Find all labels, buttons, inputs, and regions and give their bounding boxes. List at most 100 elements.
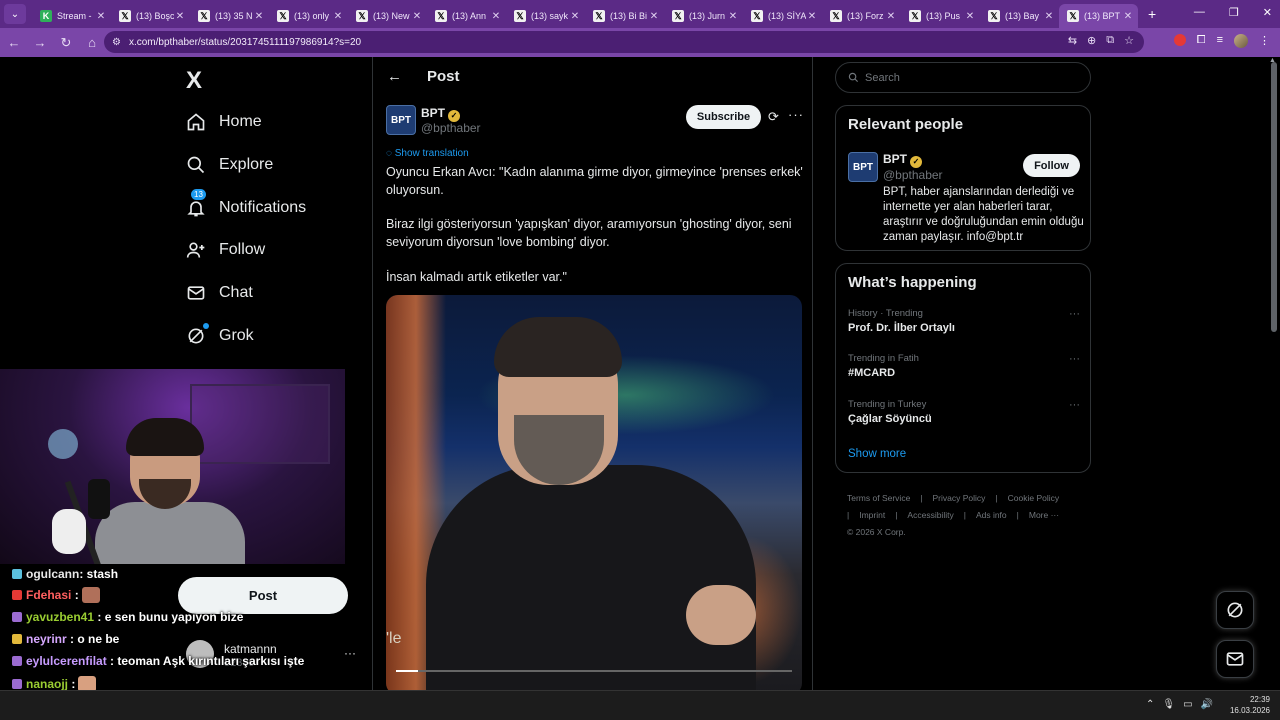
browser-tab[interactable]: K Stream - ✕ <box>32 4 111 28</box>
close-tab-icon[interactable]: ✕ <box>95 11 107 22</box>
new-tab-button[interactable]: + <box>1148 6 1156 22</box>
volume-icon[interactable]: 🔊 <box>1201 699 1213 710</box>
grok-explain-icon[interactable]: ⟳ <box>768 109 779 125</box>
author-name[interactable]: BPT ✓ <box>421 106 460 122</box>
browser-tab[interactable]: 𝕏 (13) Boşc ✕ <box>111 4 190 28</box>
nav-follow[interactable]: Follow <box>185 235 265 265</box>
zoom-icon[interactable]: ⊕ <box>1087 34 1096 47</box>
nav-home[interactable]: Home <box>185 107 262 137</box>
back-arrow-icon[interactable]: ← <box>387 68 402 85</box>
browser-menu-icon[interactable]: ⋮ <box>1259 34 1270 48</box>
nav-notifications[interactable]: 13 Notifications <box>185 189 306 223</box>
back-icon[interactable]: ← <box>2 35 26 50</box>
footer-link[interactable]: Privacy Policy <box>933 493 986 503</box>
author-avatar[interactable]: BPT <box>386 105 416 135</box>
close-window-icon[interactable]: ✕ <box>1263 6 1272 19</box>
chat-username[interactable]: neyrinr <box>26 632 67 646</box>
footer-link[interactable]: Terms of Service <box>847 493 910 503</box>
close-tab-icon[interactable]: ✕ <box>806 11 818 22</box>
footer-link[interactable]: More ··· <box>1029 510 1059 520</box>
footer-link[interactable]: Accessibility <box>907 510 953 520</box>
show-more-link[interactable]: Show more <box>848 448 906 460</box>
nav-chat[interactable]: Chat <box>185 278 253 308</box>
footer-link[interactable]: Cookie Policy <box>1008 493 1060 503</box>
profile-avatar[interactable] <box>1234 34 1248 48</box>
footer-link[interactable]: Imprint <box>859 510 885 520</box>
site-info-icon[interactable]: ⚙ <box>112 37 121 48</box>
opera-extension-icon[interactable] <box>1173 34 1186 46</box>
close-tab-icon[interactable]: ✕ <box>253 11 265 22</box>
chat-username[interactable]: eylulcerenfilat <box>26 654 107 668</box>
close-tab-icon[interactable]: ✕ <box>727 11 739 22</box>
post-video[interactable]: 'le <box>386 295 802 690</box>
trend-more-icon[interactable]: ··· <box>1069 353 1080 365</box>
close-tab-icon[interactable]: ✕ <box>964 11 976 22</box>
grok-fab[interactable] <box>1216 591 1254 629</box>
follow-button[interactable]: Follow <box>1023 154 1080 177</box>
browser-tab[interactable]: 𝕏 (13) Pus ✕ <box>901 4 980 28</box>
trend-more-icon[interactable]: ··· <box>1069 399 1080 411</box>
close-tab-icon[interactable]: ✕ <box>411 11 423 22</box>
show-translation-link[interactable]: ◌ Show translation <box>386 148 469 159</box>
relevant-person-handle[interactable]: @bpthaber <box>883 168 943 182</box>
browser-tab[interactable]: 𝕏 (13) New ✕ <box>348 4 427 28</box>
browser-tab[interactable]: 𝕏 (13) Jurn ✕ <box>664 4 743 28</box>
chat-username[interactable]: Fdehasi <box>26 588 71 602</box>
trend-item[interactable]: History · Trending Prof. Dr. İlber Ortay… <box>848 308 1080 334</box>
browser-tab[interactable]: 𝕏 (13) Bi Bi ✕ <box>585 4 664 28</box>
footer-link[interactable]: Ads info <box>976 510 1007 520</box>
address-bar[interactable]: ⚙ x.com/bpthaber/status/2031745111197986… <box>104 31 1144 53</box>
system-clock[interactable]: 22:39 16.03.2026 <box>1228 694 1270 716</box>
browser-home-icon[interactable]: ⌂ <box>80 35 104 50</box>
messages-fab[interactable] <box>1216 640 1254 678</box>
footer-link[interactable]: © 2026 X Corp. <box>847 527 906 537</box>
close-tab-icon[interactable]: ✕ <box>569 11 581 22</box>
nav-explore[interactable]: Explore <box>185 150 273 180</box>
subscribe-button[interactable]: Subscribe <box>686 105 761 129</box>
reload-icon[interactable]: ↻ <box>54 35 78 51</box>
browser-tab[interactable]: 𝕏 (13) BPT ✕ <box>1059 4 1138 28</box>
close-tab-icon[interactable]: ✕ <box>1043 11 1055 22</box>
extensions-puzzle-icon[interactable]: ⧠ <box>1197 34 1206 48</box>
browser-tab[interactable]: 𝕏 (13) Bay ✕ <box>980 4 1059 28</box>
forward-icon[interactable]: → <box>28 35 52 50</box>
browser-tab[interactable]: 𝕏 (13) only ✕ <box>269 4 348 28</box>
browser-tab[interactable]: 𝕏 (13) sayk ✕ <box>506 4 585 28</box>
page-scrollbar[interactable] <box>1271 62 1277 332</box>
trend-more-icon[interactable]: ··· <box>1069 308 1080 320</box>
microphone-icon[interactable]: 🎙 <box>1162 699 1175 710</box>
nav-grok-label: Grok <box>219 327 254 344</box>
browser-tab[interactable]: 𝕏 (13) 35 N ✕ <box>190 4 269 28</box>
trend-item[interactable]: Trending in Fatih #MCARD ··· <box>848 353 1080 379</box>
search-input[interactable]: Search <box>835 62 1091 93</box>
post-more-icon[interactable]: ··· <box>788 107 804 122</box>
close-tab-icon[interactable]: ✕ <box>648 11 660 22</box>
close-tab-icon[interactable]: ✕ <box>490 11 502 22</box>
relevant-person-avatar[interactable]: BPT <box>848 152 878 182</box>
minimize-icon[interactable]: — <box>1194 6 1205 19</box>
browser-tab[interactable]: 𝕏 (13) SİYA ✕ <box>743 4 822 28</box>
close-tab-icon[interactable]: ✕ <box>332 11 344 22</box>
translate-icon[interactable]: ⇆ <box>1068 34 1077 47</box>
close-tab-icon[interactable]: ✕ <box>174 11 186 22</box>
browser-tab[interactable]: 𝕏 (13) Ann ✕ <box>427 4 506 28</box>
chat-username[interactable]: nanaojj <box>26 677 68 691</box>
reading-list-icon[interactable]: ≡ <box>1217 34 1223 48</box>
chat-username[interactable]: yavuzben41 <box>26 610 94 624</box>
tab-search-button[interactable]: ⌄ <box>4 4 26 24</box>
browser-tab[interactable]: 𝕏 (13) Forz ✕ <box>822 4 901 28</box>
video-progress-track[interactable] <box>396 670 792 672</box>
install-icon[interactable]: ⧉ <box>1106 34 1114 47</box>
tray-overflow-icon[interactable]: ⌃ <box>1146 699 1154 710</box>
bookmark-star-icon[interactable]: ☆ <box>1124 34 1134 47</box>
chat-username[interactable]: ogulcann <box>26 567 79 581</box>
maximize-icon[interactable]: ❐ <box>1229 6 1239 19</box>
x-logo[interactable]: X <box>186 67 202 95</box>
trend-item[interactable]: Trending in Turkey Çağlar Söyüncü ··· <box>848 399 1080 425</box>
nav-grok[interactable]: Grok <box>185 321 254 351</box>
close-tab-icon[interactable]: ✕ <box>885 11 897 22</box>
relevant-person-name[interactable]: BPT ✓ <box>883 152 922 168</box>
network-icon[interactable]: ▭ <box>1183 699 1192 710</box>
author-handle[interactable]: @bpthaber <box>421 121 481 135</box>
close-tab-icon[interactable]: ✕ <box>1122 11 1134 22</box>
